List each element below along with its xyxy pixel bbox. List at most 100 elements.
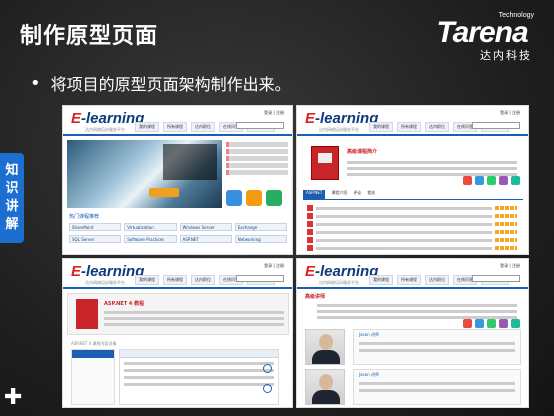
bullet-point: • 将项目的原型页面架构制作出来。 [30, 71, 291, 95]
teacher-name: Jason 讲师 [359, 332, 379, 337]
teacher-section-title: 高级讲师 [305, 294, 326, 300]
teacher-bio: Jason 讲师 [353, 369, 521, 405]
share-icons [463, 319, 520, 328]
thumb-top-links: 登录 | 注册 [264, 110, 284, 115]
thumb-nav-item: 达内职位 [425, 122, 449, 132]
share-icon [487, 319, 496, 328]
rating-stars [495, 238, 517, 242]
course-row [307, 236, 517, 244]
thumb-nav-item: 所有课程 [163, 122, 187, 132]
rating-stars [495, 230, 517, 234]
slide-title: 制作原型页面 [20, 24, 159, 49]
elearning-subtitle: 达内网络培训服务平台 [319, 127, 359, 132]
detail-description [104, 308, 284, 329]
thumb-nav-item: 我的课程 [135, 275, 159, 285]
news-list [226, 140, 288, 186]
hero-button [149, 188, 179, 197]
quick-icon [226, 190, 242, 206]
thumbnail-course-page: E-learning 达内网络培训服务平台 我的课程 所有课程 达内职位 在线问… [296, 105, 529, 255]
share-icon [475, 176, 484, 185]
course-row [307, 228, 517, 236]
elearning-subtitle: 达内网络培训服务平台 [85, 280, 125, 285]
hero-banner-image [67, 140, 222, 208]
thumb-top-links: 登录 | 注册 [500, 263, 520, 268]
quick-icon [246, 190, 262, 206]
course-tab: 课程介绍 [331, 190, 348, 195]
thumb-header: E-learning 达内网络培训服务平台 我的课程 所有课程 达内职位 在线问… [297, 259, 528, 289]
share-icons [463, 176, 520, 185]
detail-content-list [119, 349, 279, 405]
thumbnail-home-page: E-learning 达内网络培训服务平台 我的课程 所有课程 达内职位 在线问… [62, 105, 293, 255]
course-tabs: ASP.NET 课程介绍 评论 相关 [303, 190, 523, 200]
category-link: Networking [234, 235, 287, 243]
category-grid: SharePoint Virtualization Windows Server… [69, 223, 287, 243]
thumb-nav-item: 我的课程 [369, 122, 393, 132]
teacher-photo [305, 329, 345, 365]
thumb-nav-item: 达内职位 [425, 275, 449, 285]
play-icon [263, 364, 272, 373]
logo-brand-initial: T [436, 16, 453, 49]
thumb-search-box [236, 275, 284, 282]
share-icon [511, 176, 520, 185]
category-link: SharePoint [69, 223, 122, 231]
thumb-header: E-learning 达内网络培训服务平台 我的课程 所有课程 达内职位 在线问… [297, 106, 528, 136]
category-link: ASP.NET [179, 235, 232, 243]
elearning-logo: E-learning [305, 110, 379, 127]
elearning-logo: E-learning [71, 263, 145, 280]
thumb-nav-item: 所有课程 [397, 122, 421, 132]
thumb-nav-item: 所有课程 [397, 275, 421, 285]
bullet-text: 将项目的原型页面架构制作出来。 [50, 75, 291, 94]
course-row [307, 220, 517, 228]
share-icon [499, 319, 508, 328]
share-icon [499, 176, 508, 185]
rating-stars [495, 222, 517, 226]
thumb-header: E-learning 达内网络培训服务平台 我的课程 所有课程 达内职位 在线问… [63, 106, 292, 136]
thumb-search-box [236, 122, 284, 129]
course-row [307, 204, 517, 212]
course-rows [307, 204, 517, 252]
bullet-dot: • [30, 72, 41, 94]
category-link: Virtualization [124, 223, 177, 231]
side-tab-char: 知 [5, 163, 19, 178]
teacher-bio: Jason 讲师 [353, 329, 521, 365]
thumb-nav-item: 我的课程 [369, 275, 393, 285]
detail-side-panel [71, 349, 115, 405]
section-label: 热门课程推荐 [69, 214, 100, 220]
elearning-subtitle: 达内网络培训服务平台 [85, 127, 125, 132]
hero-info-box [163, 144, 217, 180]
side-tab-char: 讲 [5, 199, 19, 214]
course-tab: ASP.NET [303, 190, 326, 199]
logo-subtitle: 达内科技 [480, 50, 532, 62]
side-tab-char: 解 [5, 217, 19, 232]
detail-book-image [76, 299, 98, 329]
thumb-search-box [472, 275, 520, 282]
share-icon [463, 319, 472, 328]
tarena-logo: Technology Tarena 达内科技 [426, 12, 538, 63]
teacher-photo [305, 369, 345, 405]
course-tab: 相关 [367, 190, 376, 195]
play-icon [263, 384, 272, 393]
share-icon [463, 176, 472, 185]
rating-stars [495, 246, 517, 250]
thumb-nav-item: 达内职位 [191, 275, 215, 285]
thumb-search-box [472, 122, 520, 129]
course-row [307, 244, 517, 252]
category-link: Software Practices [124, 235, 177, 243]
thumb-nav-item: 我的课程 [135, 122, 159, 132]
quick-icon [266, 190, 282, 206]
elearning-logo: E-learning [71, 110, 145, 127]
share-icon [487, 176, 496, 185]
share-icon [511, 319, 520, 328]
category-link: SQL Server [69, 235, 122, 243]
quick-icons [226, 190, 282, 206]
thumb-nav-item: 达内职位 [191, 122, 215, 132]
thumb-top-links: 登录 | 注册 [264, 263, 284, 268]
course-row [307, 212, 517, 220]
rating-stars [495, 214, 517, 218]
side-tab-char: 识 [5, 181, 19, 196]
detail-subtitle: ASP.NET 4 课程内容详情 [71, 341, 117, 346]
rating-stars [495, 206, 517, 210]
detail-banner: ASP.NET 4 教程 [67, 293, 289, 335]
course-tab: 评论 [353, 190, 362, 195]
thumb-header: E-learning 达内网络培训服务平台 我的课程 所有课程 达内职位 在线问… [63, 259, 292, 289]
